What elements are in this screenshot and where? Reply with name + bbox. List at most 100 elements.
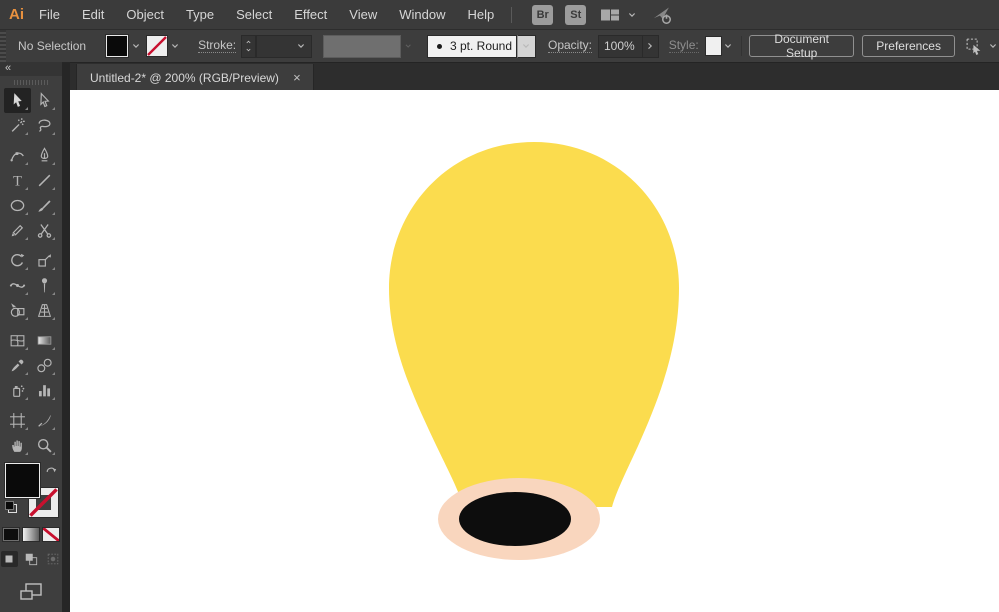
stroke-color-swatch[interactable] (147, 36, 168, 56)
pencil-tool[interactable] (4, 218, 31, 243)
swap-fill-stroke-icon[interactable] (45, 463, 58, 475)
scissors-tool-icon (36, 222, 53, 239)
eyedropper-tool[interactable] (4, 353, 31, 378)
fill-stroke-indicator (2, 463, 60, 519)
shape-builder-tool[interactable] (4, 298, 31, 323)
tools-panel-collapse[interactable]: « (0, 62, 62, 76)
eyedropper-tool-icon (9, 357, 26, 374)
fill-indicator-swatch[interactable] (5, 463, 40, 498)
paintbrush-tool-icon (36, 197, 53, 214)
lasso-tool[interactable] (31, 113, 58, 138)
menu-effect[interactable]: Effect (283, 0, 338, 29)
preferences-button[interactable]: Preferences (862, 35, 955, 57)
screen-mode-icon (20, 583, 42, 600)
gradient-tool[interactable] (31, 328, 58, 353)
draw-behind-button[interactable] (23, 551, 40, 567)
menu-edit[interactable]: Edit (71, 0, 115, 29)
line-segment-tool[interactable] (31, 168, 58, 193)
menu-file[interactable]: File (28, 0, 71, 29)
gpu-performance-icon (652, 5, 672, 25)
curvature-tool[interactable] (4, 143, 31, 168)
document-setup-button[interactable]: Document Setup (749, 32, 855, 60)
selection-tool-icon (9, 92, 26, 109)
workspace-icon (600, 7, 620, 23)
fill-color-swatch[interactable] (106, 35, 129, 57)
balloon-shape[interactable] (389, 142, 679, 507)
close-tab-icon[interactable]: × (291, 71, 303, 84)
opacity-value: 100% (604, 39, 635, 53)
scale-tool[interactable] (31, 248, 58, 273)
perspective-grid-tool[interactable] (31, 298, 58, 323)
artboard-tool[interactable] (4, 408, 31, 433)
none-button[interactable] (43, 528, 59, 541)
zoom-tool-icon (36, 437, 53, 454)
magic-wand-tool[interactable] (4, 113, 31, 138)
mesh-tool[interactable] (4, 328, 31, 353)
select-similar-control[interactable] (965, 37, 999, 56)
zoom-tool[interactable] (31, 433, 58, 458)
hand-tool[interactable] (4, 433, 31, 458)
stroke-weight-stepper[interactable] (241, 34, 257, 58)
workspace-switcher[interactable] (600, 7, 638, 23)
default-fill-stroke-icon[interactable] (5, 501, 17, 513)
change-screen-mode-button[interactable] (19, 582, 43, 600)
opacity-input[interactable]: 100% (598, 34, 643, 58)
draw-normal-button[interactable] (0, 551, 18, 567)
style-swatch[interactable] (705, 37, 722, 55)
puppet-warp-tool[interactable] (31, 273, 58, 298)
chevron-down-icon (169, 40, 181, 52)
control-bar-grip[interactable] (0, 30, 7, 62)
style-panel-link[interactable]: Style: (668, 39, 699, 53)
slice-tool[interactable] (31, 408, 58, 433)
menu-object[interactable]: Object (115, 0, 175, 29)
selection-tool[interactable] (4, 88, 31, 113)
document-tab-title: Untitled-2* @ 200% (RGB/Preview) (90, 70, 279, 85)
menu-select[interactable]: Select (225, 0, 283, 29)
opacity-expand-button[interactable] (643, 34, 659, 58)
chevron-down-icon (520, 40, 532, 52)
bridge-button[interactable]: Br (532, 4, 554, 25)
stroke-color-dropdown[interactable] (167, 36, 182, 56)
tools-panel-grip[interactable] (14, 80, 48, 85)
column-graph-tool[interactable] (31, 378, 58, 403)
chevron-up-icon (244, 38, 253, 46)
pencil-tool-icon (9, 222, 26, 239)
chevron-down-icon (244, 46, 253, 54)
chevron-down-icon (987, 40, 999, 52)
stock-button[interactable]: St (565, 4, 587, 25)
document-canvas[interactable] (70, 90, 999, 612)
rotate-tool-icon (9, 252, 26, 269)
fill-color-control (106, 35, 143, 57)
style-dropdown[interactable] (721, 36, 734, 56)
menu-view[interactable]: View (338, 0, 388, 29)
stroke-panel-link[interactable]: Stroke: (198, 39, 237, 53)
pen-tool[interactable] (31, 143, 58, 168)
type-tool[interactable] (4, 168, 31, 193)
scissors-tool[interactable] (31, 218, 58, 243)
rotate-tool[interactable] (4, 248, 31, 273)
ellipse-tool[interactable] (4, 193, 31, 218)
opacity-panel-link[interactable]: Opacity: (547, 39, 592, 53)
menu-help[interactable]: Help (456, 0, 505, 29)
tools-panel: « (0, 62, 62, 612)
symbol-sprayer-tool[interactable] (4, 378, 31, 403)
blend-tool[interactable] (31, 353, 58, 378)
color-button[interactable] (3, 528, 19, 541)
menu-divider (511, 6, 513, 23)
document-tab[interactable]: Untitled-2* @ 200% (RGB/Preview) × (76, 64, 314, 91)
paintbrush-tool[interactable] (31, 193, 58, 218)
magic-wand-tool-icon (9, 117, 26, 134)
width-tool[interactable] (4, 273, 31, 298)
hole-ellipse-shape[interactable] (459, 492, 571, 546)
stroke-weight-dropdown[interactable] (256, 34, 312, 58)
gpu-performance-button[interactable] (652, 5, 672, 25)
menu-window[interactable]: Window (388, 0, 456, 29)
slice-tool-icon (36, 412, 53, 429)
direct-selection-tool[interactable] (31, 88, 58, 113)
fill-color-dropdown[interactable] (128, 36, 143, 56)
brush-definition-dropdown[interactable]: 3 pt. Round (426, 34, 517, 58)
line-segment-tool-icon (36, 172, 53, 189)
brush-definition-chevron[interactable] (516, 34, 536, 58)
menu-type[interactable]: Type (175, 0, 225, 29)
gradient-button[interactable] (23, 528, 39, 541)
